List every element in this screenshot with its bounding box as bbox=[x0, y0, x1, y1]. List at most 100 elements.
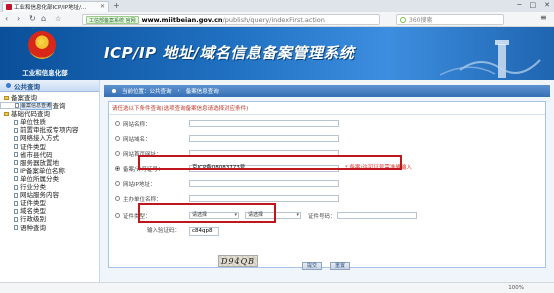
page-icon bbox=[14, 225, 18, 230]
page-icon bbox=[14, 152, 18, 158]
query-row: 网站名称： bbox=[109, 119, 545, 128]
license-highlight-box bbox=[138, 155, 402, 170]
page-icon bbox=[14, 168, 18, 174]
folder-icon bbox=[4, 112, 9, 117]
maximize-button[interactable]: □ bbox=[530, 1, 537, 9]
sidebar-item-label: 行业分类 bbox=[20, 183, 46, 192]
new-tab-button[interactable]: + bbox=[113, 2, 120, 10]
sidebar-item[interactable]: 基础代码查询 bbox=[0, 110, 99, 118]
captcha-label: 输入验证码： bbox=[147, 227, 181, 234]
sidebar-item-label: 备案信息查询 bbox=[19, 102, 53, 111]
url-path: /publish/query/indexFirst.action bbox=[222, 15, 325, 24]
sidebar-item-label: 基础代码查询 bbox=[11, 110, 50, 119]
cert-radio[interactable] bbox=[115, 213, 120, 218]
page-icon bbox=[14, 192, 18, 198]
favorite-star-icon[interactable]: ☆ bbox=[55, 13, 61, 25]
sidebar-item-label: IP备案单位名称 bbox=[20, 166, 65, 175]
query-row: 主办单位名称： bbox=[109, 194, 545, 203]
sidebar-item[interactable]: 证件类型 bbox=[0, 199, 99, 207]
reset-button[interactable]: 重置 bbox=[330, 262, 350, 270]
forward-icon[interactable]: › bbox=[17, 13, 20, 25]
breadcrumb-current: 备案信息查询 bbox=[185, 89, 219, 95]
query-form-panel: 请任选以下条件查询(选项查询备案信息请选择对应条件) 网站名称： 网站域名： 网站首… bbox=[108, 101, 546, 268]
ministry-name: 工业和信息化部 bbox=[22, 69, 68, 77]
query-radio[interactable] bbox=[115, 151, 120, 156]
national-emblem-icon: ★ bbox=[28, 31, 56, 59]
sidebar-item-label: 语种查询 bbox=[20, 223, 46, 232]
query-notice: 请任选以下条件查询(选项查询备案信息请选择对应条件) bbox=[109, 102, 545, 115]
sidebar-item[interactable]: 域名类型 bbox=[0, 207, 99, 215]
query-radio[interactable] bbox=[115, 196, 120, 201]
zoom-level[interactable]: 100% bbox=[508, 285, 524, 291]
address-bar[interactable]: 工信部备案系统 官网 www.miitbeian.gov.cn/publish/… bbox=[82, 14, 380, 25]
refresh-icon[interactable]: ↻ bbox=[29, 13, 36, 25]
site-cert-badge[interactable]: 工信部备案系统 官网 bbox=[86, 15, 139, 24]
sidebar-item-label: 证件类型 bbox=[20, 142, 46, 151]
window-controls: ─ □ ✕ bbox=[517, 1, 550, 9]
tab-bar: 工业和信息化部ICP/IP地址/... ✕ + ─ □ ✕ bbox=[0, 0, 554, 12]
breadcrumb-dot-icon bbox=[112, 89, 116, 93]
menu-icon[interactable]: ≡ bbox=[540, 13, 547, 22]
page-icon bbox=[14, 135, 18, 141]
query-radio[interactable] bbox=[115, 121, 120, 126]
query-radio[interactable] bbox=[115, 136, 120, 141]
public-query-icon bbox=[6, 83, 11, 88]
monument-ornament bbox=[440, 40, 541, 78]
sidebar-item-label: 省市县代码 bbox=[20, 150, 53, 159]
sidebar-item[interactable]: 网站服务内容 bbox=[0, 191, 99, 199]
sidebar-item-label: 服务器放置地 bbox=[20, 158, 59, 167]
tab-title: 工业和信息化部ICP/IP地址/... bbox=[14, 5, 87, 11]
query-radio[interactable] bbox=[115, 166, 120, 171]
browser-tab[interactable]: 工业和信息化部ICP/IP地址/... ✕ bbox=[2, 1, 109, 12]
captcha-input[interactable]: c84qp8 bbox=[189, 227, 219, 236]
query-input[interactable] bbox=[189, 180, 339, 187]
search-placeholder: 360搜索 bbox=[409, 17, 433, 24]
status-bar: 100% bbox=[0, 282, 554, 293]
page-icon bbox=[14, 176, 18, 182]
sidebar-item[interactable]: 单位所属分类 bbox=[0, 175, 99, 183]
close-tab-icon[interactable]: ✕ bbox=[100, 4, 105, 10]
site-banner: ★ 工业和信息化部 ICP/IP 地址/域名信息备案管理系统 bbox=[0, 27, 554, 80]
query-row: 网站域名： bbox=[109, 134, 545, 143]
query-input[interactable] bbox=[189, 195, 339, 202]
captcha-image[interactable]: D94QB bbox=[218, 255, 258, 267]
sidebar-item[interactable]: 备案信息查询 bbox=[0, 102, 53, 111]
sidebar-item[interactable]: 服务器放置地 bbox=[0, 159, 99, 167]
query-input[interactable] bbox=[189, 120, 339, 127]
sidebar-item[interactable]: IP备案单位名称 bbox=[0, 167, 99, 175]
page-icon bbox=[14, 160, 18, 166]
page-icon bbox=[14, 119, 18, 125]
sidebar-item[interactable]: 行业分类 bbox=[0, 183, 99, 191]
url-text: www.miitbeian.gov.cn/publish/query/index… bbox=[142, 16, 325, 24]
minimize-button[interactable]: ─ bbox=[517, 1, 521, 9]
submit-button[interactable]: 提交 bbox=[302, 262, 322, 270]
captcha-highlight-box bbox=[138, 203, 276, 223]
sidebar-item-label: 行政级别 bbox=[20, 215, 46, 224]
sidebar-item[interactable]: 行政级别 bbox=[0, 215, 99, 223]
sidebar-header-label: 公共查询 bbox=[14, 82, 40, 91]
query-input[interactable] bbox=[189, 135, 339, 142]
sidebar-item[interactable]: 省市县代码 bbox=[0, 151, 99, 159]
search-box[interactable]: 360搜索 bbox=[396, 14, 504, 25]
back-icon[interactable]: ‹ bbox=[5, 13, 8, 25]
page-icon bbox=[14, 208, 18, 214]
folder-icon bbox=[4, 96, 9, 100]
search-engine-icon bbox=[400, 16, 406, 23]
close-window-button[interactable]: ✕ bbox=[544, 1, 550, 9]
query-row: 网站IP地址： bbox=[109, 179, 545, 188]
sidebar-item[interactable]: 备案查询 bbox=[0, 94, 99, 102]
sidebar-item[interactable]: 网络接入方式 bbox=[0, 134, 99, 142]
system-title: ICP/IP 地址/域名信息备案管理系统 bbox=[104, 44, 355, 62]
page-icon bbox=[14, 144, 18, 150]
home-icon[interactable]: ⌂ bbox=[41, 13, 46, 25]
query-label: 网站IP地址： bbox=[123, 181, 156, 188]
sidebar-item-label: 单位所属分类 bbox=[20, 174, 59, 183]
cert-number-input[interactable] bbox=[337, 212, 417, 219]
sidebar-item-label: 网络接入方式 bbox=[20, 134, 59, 143]
breadcrumb: 当前位置：公共查询 › 备案信息查询 bbox=[104, 85, 550, 97]
sidebar-item[interactable]: 证件类型 bbox=[0, 143, 99, 151]
sidebar-item[interactable]: 语种查询 bbox=[0, 224, 99, 232]
query-radio[interactable] bbox=[115, 181, 120, 186]
page-icon bbox=[15, 103, 19, 109]
sidebar-item-label: 网站服务内容 bbox=[20, 191, 59, 200]
